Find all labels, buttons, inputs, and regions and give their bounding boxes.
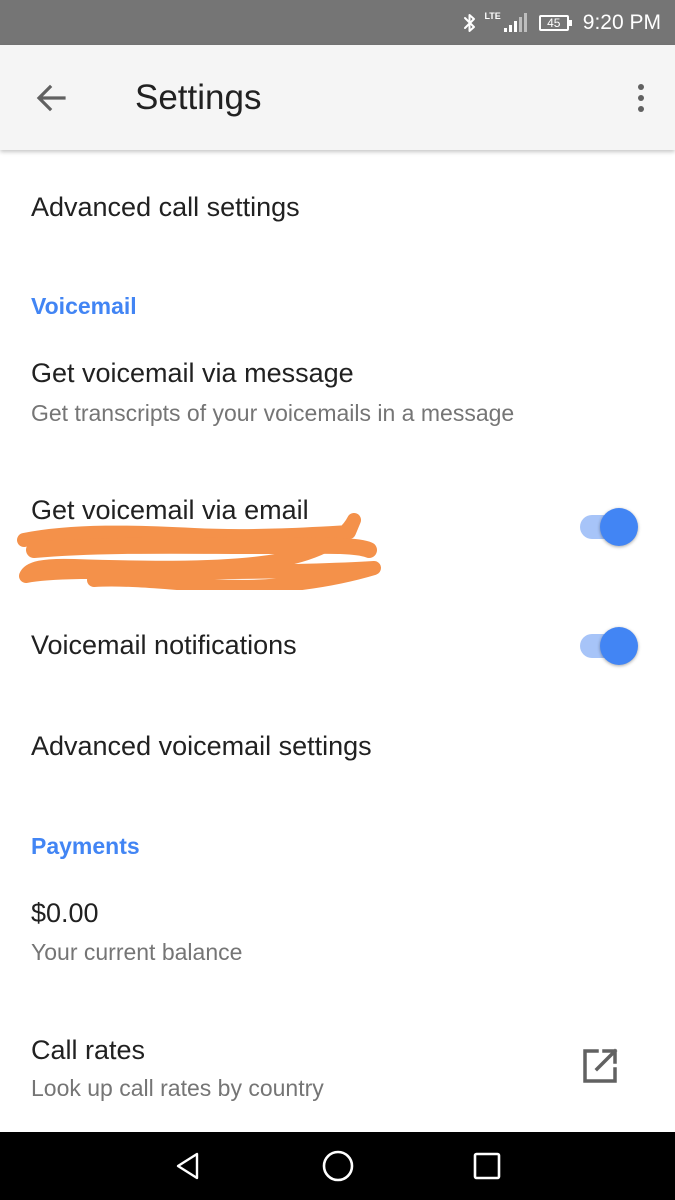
call-rates-row[interactable]: Call rates Look up call rates by country	[0, 1010, 675, 1125]
payments-section-header: Payments	[31, 833, 140, 859]
arrow-back-icon	[36, 84, 66, 112]
voicemail-via-message-row[interactable]: Get voicemail via message Get transcript…	[0, 340, 675, 450]
voicemail-notifications-title: Voicemail notifications	[31, 630, 297, 660]
status-bar: LTE 45 9:20 PM	[0, 0, 675, 45]
call-rates-title: Call rates	[31, 1035, 146, 1065]
toggle-thumb	[600, 627, 638, 665]
toggle-thumb	[600, 508, 638, 546]
call-rates-subtitle: Look up call rates by country	[31, 1075, 324, 1101]
advanced-voicemail-settings-title: Advanced voicemail settings	[31, 731, 372, 761]
home-circle-icon	[322, 1150, 354, 1182]
more-vert-icon	[638, 84, 644, 90]
bluetooth-icon	[462, 12, 478, 34]
app-bar: Settings	[0, 45, 675, 150]
page-title: Settings	[135, 78, 262, 117]
advanced-call-settings-row[interactable]: Advanced call settings	[0, 150, 675, 270]
recents-square-icon	[473, 1152, 501, 1180]
status-icons: LTE 45 9:20 PM	[462, 0, 661, 45]
more-options-button[interactable]	[629, 72, 653, 124]
more-vert-dot	[638, 95, 644, 101]
voicemail-notifications-toggle[interactable]	[578, 626, 640, 666]
settings-screen: LTE 45 9:20 PM Settings Advanced call se…	[0, 0, 675, 1200]
redaction-scribble	[17, 513, 381, 590]
balance-row[interactable]: $0.00 Your current balance	[0, 880, 675, 990]
lte-signal-icon	[503, 12, 529, 33]
back-button[interactable]	[25, 72, 77, 124]
network-type-label: LTE	[484, 10, 501, 21]
settings-list: Advanced call settings Voicemail Get voi…	[0, 150, 675, 1132]
voicemail-section-header: Voicemail	[31, 293, 137, 319]
nav-home-button[interactable]	[318, 1146, 358, 1186]
voicemail-email-toggle[interactable]	[578, 507, 640, 547]
open-in-new-icon[interactable]	[580, 1046, 620, 1086]
back-triangle-icon	[176, 1152, 199, 1180]
voicemail-notifications-row[interactable]: Voicemail notifications	[0, 600, 675, 695]
nav-back-button[interactable]	[168, 1146, 208, 1186]
voicemail-via-message-title: Get voicemail via message	[31, 358, 354, 388]
status-time: 9:20 PM	[582, 10, 661, 34]
voicemail-via-message-subtitle: Get transcripts of your voicemails in a …	[31, 400, 515, 426]
system-nav-bar	[0, 1132, 675, 1200]
advanced-call-settings-title: Advanced call settings	[31, 192, 300, 222]
balance-subtitle: Your current balance	[31, 939, 243, 965]
advanced-voicemail-settings-row[interactable]: Advanced voicemail settings	[0, 705, 675, 800]
balance-amount: $0.00	[31, 898, 99, 928]
more-vert-dot	[638, 106, 644, 112]
nav-recents-button[interactable]	[467, 1146, 507, 1186]
battery-level: 45	[547, 15, 561, 30]
battery-icon: 45	[538, 14, 572, 31]
